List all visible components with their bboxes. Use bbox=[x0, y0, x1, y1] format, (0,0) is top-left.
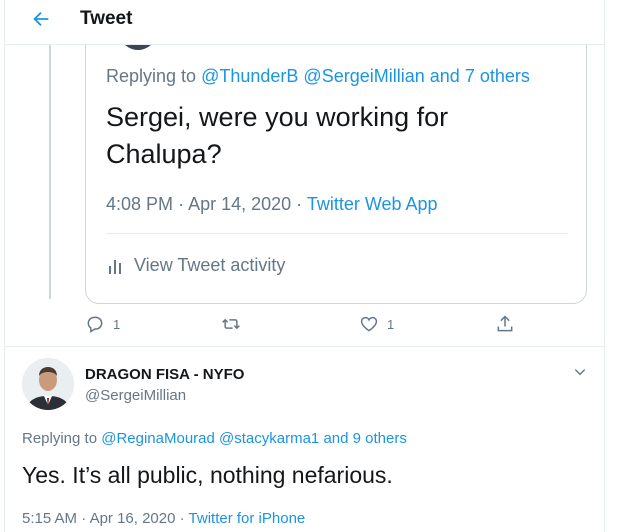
reply-tweet-meta: 5:15 AM · Apr 16, 2020 · Twitter for iPh… bbox=[22, 510, 306, 527]
reply-count: 1 bbox=[113, 316, 121, 332]
reply-tweet-text: Yes. It’s all public, nothing nefarious. bbox=[22, 462, 393, 488]
quoted-replying-to: Replying to @ThunderB @SergeiMillian and… bbox=[106, 66, 530, 87]
tweet-options-button[interactable] bbox=[570, 362, 590, 382]
author-handle[interactable]: @SergeiMillian bbox=[85, 387, 186, 404]
mention-link[interactable]: @ThunderB bbox=[201, 66, 298, 86]
mention-link[interactable]: @ReginaMourad bbox=[101, 430, 215, 447]
quoted-tweet-card[interactable]: Replying to @ThunderB @SergeiMillian and… bbox=[85, 0, 587, 304]
author-name[interactable]: DRAGON FISA - NYFO bbox=[85, 366, 244, 383]
heart-icon bbox=[360, 316, 378, 332]
retweet-button[interactable] bbox=[220, 314, 250, 334]
top-header: Tweet bbox=[5, 0, 604, 45]
bar-chart-icon bbox=[109, 259, 121, 274]
activity-label: View Tweet activity bbox=[134, 255, 286, 275]
quoted-tweet-text: Sergei, were you working for Chalupa? bbox=[106, 102, 449, 169]
like-count: 1 bbox=[387, 316, 395, 332]
others-link[interactable]: 7 others bbox=[465, 66, 530, 86]
chevron-down-icon bbox=[574, 369, 586, 376]
avatar-image bbox=[22, 358, 74, 410]
reply-icon bbox=[87, 316, 103, 333]
divider bbox=[106, 233, 568, 234]
and-word[interactable]: and bbox=[323, 430, 348, 447]
tweet-source-link[interactable]: Twitter Web App bbox=[307, 194, 438, 214]
tweet-source-link[interactable]: Twitter for iPhone bbox=[189, 510, 306, 527]
back-button[interactable] bbox=[27, 5, 55, 33]
quoted-tweet-meta: 4:08 PM · Apr 14, 2020 · Twitter Web App bbox=[106, 194, 438, 214]
page-title: Tweet bbox=[80, 8, 133, 29]
mention-link[interactable]: @stacykarma1 bbox=[219, 430, 319, 447]
view-tweet-activity-link[interactable]: View Tweet activity bbox=[106, 255, 285, 276]
and-word[interactable]: and bbox=[430, 66, 460, 86]
tweet-date[interactable]: Apr 16, 2020 bbox=[90, 510, 176, 527]
share-icon bbox=[497, 315, 513, 332]
replying-prefix: Replying to bbox=[106, 66, 197, 86]
tweet-action-bar: 1 1 bbox=[85, 312, 525, 342]
tweet-page: Tweet Replying to @ThunderB @SergeiMilli… bbox=[4, 0, 605, 532]
avatar[interactable] bbox=[22, 358, 74, 410]
reply-button[interactable]: 1 bbox=[85, 314, 120, 334]
others-link[interactable]: 9 others bbox=[353, 430, 407, 447]
replying-prefix: Replying to bbox=[22, 430, 98, 447]
back-arrow-icon bbox=[33, 11, 49, 27]
tweet-time[interactable]: 5:15 AM bbox=[22, 510, 77, 527]
like-button[interactable]: 1 bbox=[359, 314, 394, 334]
tweet-date[interactable]: Apr 14, 2020 bbox=[188, 194, 291, 214]
share-button[interactable] bbox=[495, 314, 523, 334]
thread-line bbox=[49, 44, 51, 299]
retweet-icon bbox=[222, 318, 240, 330]
reply-replying-to: Replying to @ReginaMourad @stacykarma1 a… bbox=[22, 430, 407, 447]
tweet-time[interactable]: 4:08 PM bbox=[106, 194, 173, 214]
divider bbox=[5, 346, 604, 347]
mention-link[interactable]: @SergeiMillian bbox=[303, 66, 424, 86]
